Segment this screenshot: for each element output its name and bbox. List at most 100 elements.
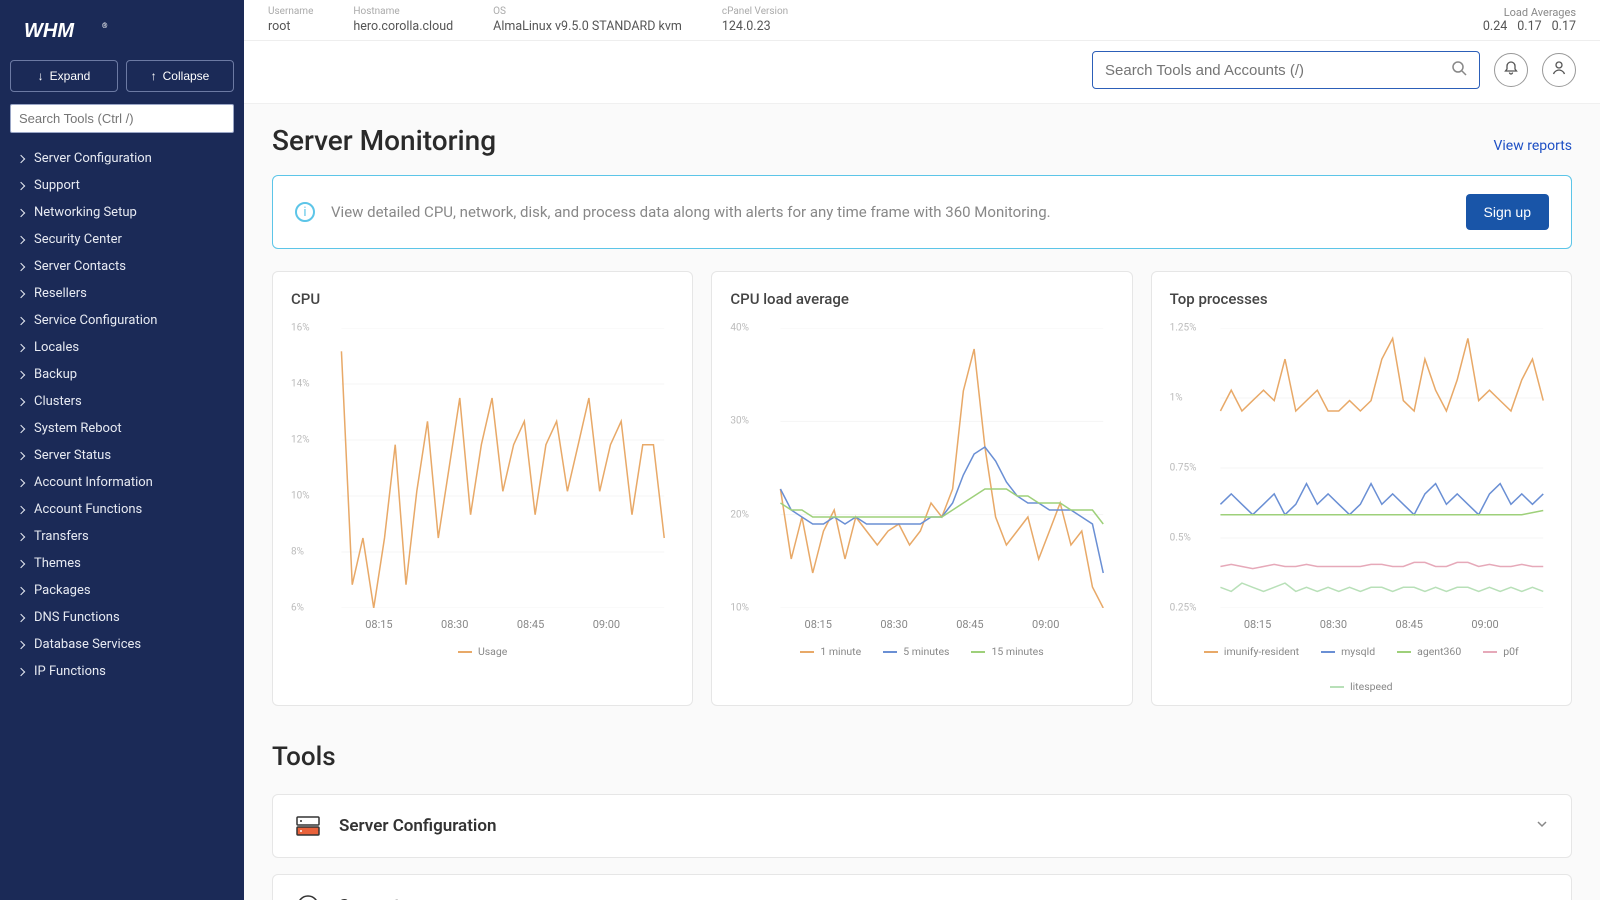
chart-x-axis: 08:1508:3008:4509:00 bbox=[730, 618, 1113, 631]
expand-label: Expand bbox=[50, 69, 91, 83]
nav-item[interactable]: Database Services bbox=[0, 631, 244, 658]
nav-item[interactable]: Server Status bbox=[0, 442, 244, 469]
tool-accordion[interactable]: Server Configuration bbox=[272, 794, 1572, 858]
sidebar-search bbox=[10, 104, 234, 133]
chart-title: CPU bbox=[291, 290, 674, 308]
down-arrow-icon: ↓ bbox=[38, 69, 44, 83]
topbar: Usernameroot Hostnamehero.corolla.cloud … bbox=[244, 0, 1600, 41]
chevron-right-icon bbox=[17, 640, 25, 648]
chart-row: CPU 16%14%12%10%8%6% 08:1508:3008:4509:00 U… bbox=[272, 271, 1572, 706]
nav-label: Packages bbox=[34, 583, 91, 598]
search-row bbox=[244, 41, 1600, 104]
nav-item[interactable]: Account Functions bbox=[0, 496, 244, 523]
chart-legend: Usage bbox=[291, 645, 674, 658]
chevron-right-icon bbox=[17, 154, 25, 162]
nav-label: Account Functions bbox=[34, 502, 142, 517]
chart-card: CPU load average 40%30%20%10% 08:1508:3008… bbox=[711, 271, 1132, 706]
sidebar-search-input[interactable] bbox=[10, 104, 234, 133]
nav-item[interactable]: Networking Setup bbox=[0, 199, 244, 226]
nav-label: DNS Functions bbox=[34, 610, 120, 625]
nav-label: IP Functions bbox=[34, 664, 106, 679]
chart-title: CPU load average bbox=[730, 290, 1113, 308]
chevron-right-icon bbox=[17, 505, 25, 513]
chart-x-axis: 08:1508:3008:4509:00 bbox=[291, 618, 674, 631]
collapse-button[interactable]: ↑ Collapse bbox=[126, 60, 234, 92]
chevron-right-icon bbox=[17, 559, 25, 567]
nav-item[interactable]: DNS Functions bbox=[0, 604, 244, 631]
chevron-right-icon bbox=[17, 370, 25, 378]
sidebar: WHM® ↓ Expand ↑ Collapse Server Configurat… bbox=[0, 0, 244, 900]
topbar-hostname: Hostnamehero.corolla.cloud bbox=[353, 6, 453, 34]
nav-label: System Reboot bbox=[34, 421, 122, 436]
nav-item[interactable]: Account Information bbox=[0, 469, 244, 496]
nav-item[interactable]: Service Configuration bbox=[0, 307, 244, 334]
info-icon: i bbox=[295, 202, 315, 222]
chevron-right-icon bbox=[17, 235, 25, 243]
promo-text: View detailed CPU, network, disk, and pr… bbox=[331, 203, 1051, 221]
nav-item[interactable]: Server Contacts bbox=[0, 253, 244, 280]
chevron-right-icon bbox=[17, 343, 25, 351]
chevron-right-icon bbox=[17, 478, 25, 486]
page-title: Server Monitoring bbox=[272, 124, 496, 157]
chevron-right-icon bbox=[17, 613, 25, 621]
chevron-right-icon bbox=[17, 451, 25, 459]
global-search[interactable] bbox=[1092, 51, 1480, 89]
tool-icon bbox=[295, 893, 321, 900]
chart-body: 40%30%20%10% bbox=[730, 328, 1113, 608]
whm-logo: WHM® bbox=[0, 0, 244, 60]
svg-text:®: ® bbox=[102, 22, 108, 30]
nav-item[interactable]: Server Configuration bbox=[0, 145, 244, 172]
nav-item[interactable]: Packages bbox=[0, 577, 244, 604]
nav-label: Service Configuration bbox=[34, 313, 157, 328]
global-search-input[interactable] bbox=[1105, 62, 1451, 79]
nav-item[interactable]: Security Center bbox=[0, 226, 244, 253]
chevron-right-icon bbox=[17, 586, 25, 594]
chevron-right-icon bbox=[17, 208, 25, 216]
notifications-button[interactable] bbox=[1494, 53, 1528, 87]
chart-card: CPU 16%14%12%10%8%6% 08:1508:3008:4509:00 U… bbox=[272, 271, 693, 706]
chart-x-axis: 08:1508:3008:4509:00 bbox=[1170, 618, 1553, 631]
nav-label: Support bbox=[34, 178, 80, 193]
user-button[interactable] bbox=[1542, 53, 1576, 87]
chevron-right-icon bbox=[17, 667, 25, 675]
chevron-down-icon bbox=[1535, 817, 1549, 835]
bell-icon bbox=[1503, 60, 1519, 80]
nav-item[interactable]: Locales bbox=[0, 334, 244, 361]
nav-item[interactable]: Themes bbox=[0, 550, 244, 577]
nav-item[interactable]: Support bbox=[0, 172, 244, 199]
expand-button[interactable]: ↓ Expand bbox=[10, 60, 118, 92]
chart-body: 1.25%1%0.75%0.5%0.25% bbox=[1170, 328, 1553, 608]
up-arrow-icon: ↑ bbox=[151, 69, 157, 83]
nav-item[interactable]: Transfers bbox=[0, 523, 244, 550]
chart-legend: 1 minute5 minutes15 minutes bbox=[730, 645, 1113, 658]
nav-item[interactable]: System Reboot bbox=[0, 415, 244, 442]
chart-body: 16%14%12%10%8%6% bbox=[291, 328, 674, 608]
tool-icon bbox=[295, 813, 321, 839]
nav-label: Database Services bbox=[34, 637, 141, 652]
nav-item[interactable]: Clusters bbox=[0, 388, 244, 415]
nav-label: Locales bbox=[34, 340, 79, 355]
chevron-right-icon bbox=[17, 532, 25, 540]
nav-item[interactable]: Resellers bbox=[0, 280, 244, 307]
nav-item[interactable]: Backup bbox=[0, 361, 244, 388]
tool-accordion[interactable]: Support bbox=[272, 874, 1572, 900]
chevron-right-icon bbox=[17, 181, 25, 189]
signup-button[interactable]: Sign up bbox=[1466, 194, 1549, 230]
topbar-load: Load Averages 0.240.170.17 bbox=[1483, 6, 1576, 34]
nav-label: Themes bbox=[34, 556, 81, 571]
chevron-right-icon bbox=[17, 424, 25, 432]
tools-heading: Tools bbox=[272, 742, 1572, 772]
collapse-label: Collapse bbox=[163, 69, 210, 83]
nav-label: Networking Setup bbox=[34, 205, 137, 220]
chevron-right-icon bbox=[17, 316, 25, 324]
topbar-cpanel: cPanel Version124.0.23 bbox=[722, 6, 788, 34]
view-reports-link[interactable]: View reports bbox=[1493, 138, 1572, 154]
chevron-right-icon bbox=[17, 289, 25, 297]
nav-label: Backup bbox=[34, 367, 77, 382]
chevron-right-icon bbox=[17, 262, 25, 270]
chevron-right-icon bbox=[17, 397, 25, 405]
chart-legend: imunify-residentmysqldagent360p0flitespe… bbox=[1170, 645, 1553, 693]
nav-item[interactable]: IP Functions bbox=[0, 658, 244, 685]
nav-label: Server Contacts bbox=[34, 259, 126, 274]
nav-label: Security Center bbox=[34, 232, 122, 247]
